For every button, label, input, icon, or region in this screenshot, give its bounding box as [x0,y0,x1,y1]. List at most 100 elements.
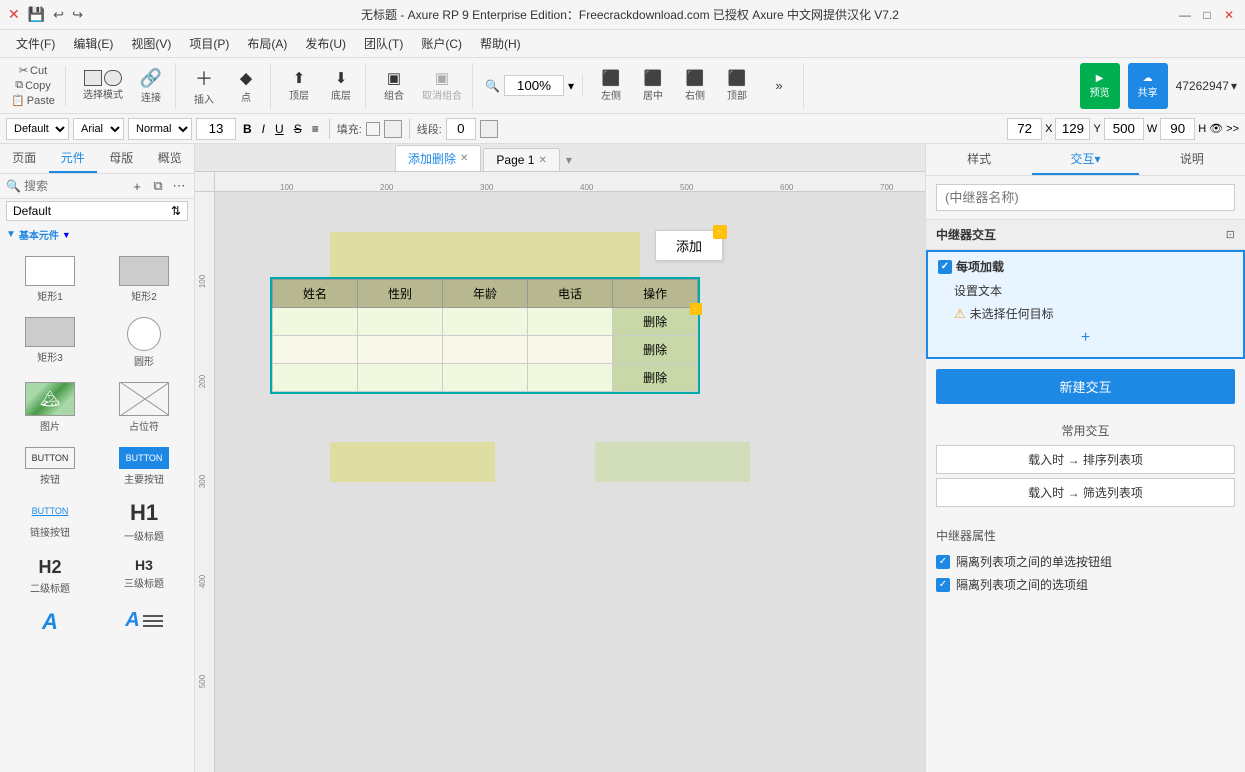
common-btn-filter[interactable]: 载入时 → 筛选列表项 [936,478,1235,507]
italic-btn[interactable]: I [259,122,268,136]
prop-option-cb[interactable]: ✓ [936,578,950,592]
copy-btn[interactable]: ⧉ Copy [15,79,51,92]
select-mode-btn[interactable]: 选择模式 [77,63,129,109]
align-top-btn[interactable]: ⬛ 顶部 [717,63,757,109]
zoom-dropdown-icon[interactable]: ▾ [568,79,574,93]
menu-team[interactable]: 团队(T) [356,33,411,54]
menu-layout[interactable]: 布局(A) [239,33,295,54]
tab-pages[interactable]: 页面 [0,144,49,173]
list-btn[interactable]: ≡ [309,122,322,136]
rp-tab-interaction[interactable]: 交互▾ [1032,144,1138,175]
component-primary-button[interactable]: BUTTON 主要按钮 [100,443,188,490]
tabs-dropdown-btn[interactable]: ▾ [566,153,572,167]
bold-btn[interactable]: B [240,122,255,136]
x-input[interactable] [1007,118,1042,140]
h-input[interactable] [1160,118,1195,140]
tab-outline[interactable]: 概览 [146,144,195,173]
interaction-section-expand[interactable]: ⊡ [1226,228,1235,241]
preview-btn[interactable]: ▶ 预览 [1080,63,1120,109]
new-interaction-btn[interactable]: 新建交互 [936,369,1235,404]
fill-color-box[interactable] [384,120,402,138]
fill-checkbox[interactable] [366,122,380,136]
style-select[interactable]: Default [6,118,69,140]
w-input[interactable] [1104,118,1144,140]
undo-icon[interactable]: ↩ [53,7,64,23]
library-select[interactable]: Default ⇅ [6,201,188,221]
menu-project[interactable]: 项目(P) [181,33,237,54]
tab-components[interactable]: 元件 [49,144,98,173]
menu-edit[interactable]: 编辑(E) [65,33,121,54]
del-btn-1[interactable]: 删除 [643,315,667,329]
relay-name-input[interactable] [936,184,1235,211]
align-left-btn[interactable]: ⬛ 左侧 [591,63,631,109]
tab-page1[interactable]: Page 1 ✕ [483,148,559,171]
y-input[interactable] [1055,118,1090,140]
align-center-btn[interactable]: ⬛ 居中 [633,63,673,109]
close-btn[interactable]: ✕ [1221,7,1237,23]
component-h2[interactable]: H2 二级标题 [6,553,94,599]
share-btn[interactable]: ☁ 共享 [1128,63,1168,109]
zoom-input[interactable] [504,75,564,96]
ungroup-btn[interactable]: ▣ 取消组合 [416,63,468,109]
line-color-box[interactable] [480,120,498,138]
weight-select[interactable]: Normal [128,118,192,140]
event-checkbox[interactable]: ✓ [938,260,952,274]
component-circle[interactable]: 圆形 [100,313,188,372]
component-button[interactable]: BUTTON 按钮 [6,443,94,490]
tab-add-delete[interactable]: 添加删除 ✕ [395,145,481,171]
line-width-input[interactable] [446,118,476,140]
minimize-btn[interactable]: — [1177,7,1193,23]
menu-publish[interactable]: 发布(U) [297,33,354,54]
component-link-button[interactable]: BUTTON 链接按钮 [6,496,94,547]
menu-view[interactable]: 视图(V) [123,33,179,54]
bottom-layer-btn[interactable]: ⬇ 底层 [321,63,361,109]
action-set-text[interactable]: 设置文本 [938,279,1233,302]
cut-btn[interactable]: ✂ Cut [19,64,47,77]
add-library-btn[interactable]: + [128,177,146,195]
close-tab-page1[interactable]: ✕ [538,155,546,166]
connect-btn[interactable]: 🔗 连接 [131,63,171,109]
copy-library-btn[interactable]: ⧉ [149,177,167,195]
prop-radio-cb[interactable]: ✓ [936,555,950,569]
menu-file[interactable]: 文件(F) [8,33,63,54]
close-tab-add-delete[interactable]: ✕ [460,153,468,164]
search-input[interactable] [24,179,104,193]
component-placeholder[interactable]: 占位符 [100,378,188,437]
del-btn-3[interactable]: 删除 [643,371,667,385]
paste-btn[interactable]: 📋 Paste [11,94,55,107]
font-select[interactable]: Arial [73,118,124,140]
component-rect1[interactable]: 矩形1 [6,252,94,307]
maximize-btn[interactable]: □ [1199,7,1215,23]
group-btn[interactable]: ▣ 组合 [374,63,414,109]
insert-btn[interactable]: ＋ 插入 [184,63,224,109]
component-image[interactable]: 🏔 图片 [6,378,94,437]
tab-masters[interactable]: 母版 [97,144,146,173]
underline-btn[interactable]: U [272,122,287,136]
strikethrough-btn[interactable]: S [291,122,305,136]
visibility-icon[interactable]: 👁 [1209,122,1223,135]
component-text[interactable]: A [6,605,94,641]
top-layer-btn[interactable]: ⬆ 顶层 [279,63,319,109]
more-format-icon[interactable]: >> [1226,123,1239,135]
add-action-btn[interactable]: + [938,325,1233,351]
del-btn-2[interactable]: 删除 [643,343,667,357]
rp-tab-note[interactable]: 说明 [1139,144,1245,175]
common-btn-sort[interactable]: 载入时 → 排序列表项 [936,445,1235,474]
redo-icon[interactable]: ↪ [72,7,83,23]
component-rect3[interactable]: 矩形3 [6,313,94,372]
point-btn[interactable]: ⬥ 点 [226,63,266,109]
more-library-btn[interactable]: ⋯ [170,177,188,195]
page-id-dropdown[interactable]: ▾ [1231,79,1237,93]
component-rect2[interactable]: 矩形2 [100,252,188,307]
component-h1[interactable]: H1 一级标题 [100,496,188,547]
save-icon[interactable]: 💾 [28,6,45,23]
rp-tab-style[interactable]: 样式 [926,144,1032,175]
component-h3[interactable]: H3 三级标题 [100,553,188,599]
menu-account[interactable]: 账户(C) [413,33,470,54]
add-btn[interactable]: 添加 ⚡ [655,230,723,261]
component-text-lines[interactable]: A [100,605,188,641]
more-align-btn[interactable]: » [759,63,799,109]
font-size-input[interactable] [196,118,236,140]
align-right-btn[interactable]: ⬛ 右侧 [675,63,715,109]
menu-help[interactable]: 帮助(H) [472,33,529,54]
